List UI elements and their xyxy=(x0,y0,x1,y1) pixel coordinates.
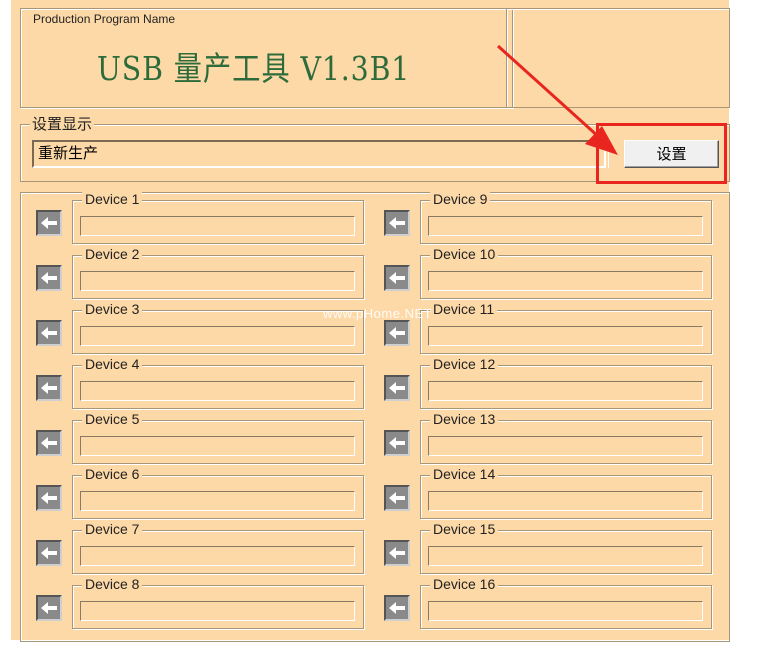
device-status-field[interactable] xyxy=(80,326,355,346)
device-status-field[interactable] xyxy=(80,546,355,566)
left-arrow-icon[interactable] xyxy=(36,595,62,621)
red-arrow-icon xyxy=(496,44,618,155)
device-status-field[interactable] xyxy=(80,381,355,401)
device-label: Device 13 xyxy=(430,411,499,427)
device-status-field[interactable] xyxy=(428,546,703,566)
device-label: Device 8 xyxy=(82,576,143,592)
watermark: www.pHome.NET xyxy=(323,306,433,321)
device-slot: Device 2 xyxy=(36,246,376,299)
device-slot: Device 12 xyxy=(384,356,724,409)
device-status-field[interactable] xyxy=(428,491,703,511)
device-label: Device 16 xyxy=(430,576,499,592)
device-slot: Device 7 xyxy=(36,521,376,574)
left-arrow-icon[interactable] xyxy=(384,265,410,291)
device-status-field[interactable] xyxy=(428,326,703,346)
settings-display-legend: 设置显示 xyxy=(30,116,95,133)
device-label: Device 4 xyxy=(82,356,143,372)
device-slot: Device 16 xyxy=(384,576,724,629)
left-arrow-icon[interactable] xyxy=(384,540,410,566)
device-label: Device 1 xyxy=(82,191,143,207)
device-label: Device 11 xyxy=(430,301,498,317)
device-label: Device 7 xyxy=(82,521,143,537)
left-arrow-icon[interactable] xyxy=(36,375,62,401)
device-status-field[interactable] xyxy=(80,436,355,456)
left-arrow-icon[interactable] xyxy=(384,210,410,236)
device-slot: Device 6 xyxy=(36,466,376,519)
device-status-field[interactable] xyxy=(428,216,703,236)
device-status-field[interactable] xyxy=(80,601,355,621)
device-label: Device 6 xyxy=(82,466,143,482)
device-status-field[interactable] xyxy=(80,491,355,511)
device-label: Device 10 xyxy=(430,246,499,262)
left-arrow-icon[interactable] xyxy=(384,430,410,456)
device-slot: Device 15 xyxy=(384,521,724,574)
left-arrow-icon[interactable] xyxy=(384,485,410,511)
device-slot: Device 13 xyxy=(384,411,724,464)
device-slot: Device 10 xyxy=(384,246,724,299)
device-label: Device 12 xyxy=(430,356,499,372)
device-slot: Device 9 xyxy=(384,191,724,244)
left-arrow-icon[interactable] xyxy=(36,430,62,456)
device-status-field[interactable] xyxy=(428,271,703,291)
left-arrow-icon[interactable] xyxy=(36,540,62,566)
program-title: USB 量产工具 V1.3B1 xyxy=(97,49,411,88)
left-arrow-icon[interactable] xyxy=(384,320,410,346)
left-arrow-icon[interactable] xyxy=(36,320,62,346)
production-program-legend: Production Program Name xyxy=(31,12,178,26)
left-arrow-icon[interactable] xyxy=(36,265,62,291)
device-slot: Device 1 xyxy=(36,191,376,244)
device-label: Device 5 xyxy=(82,411,143,427)
device-status-field[interactable] xyxy=(428,436,703,456)
device-status-field[interactable] xyxy=(80,216,355,236)
device-label: Device 15 xyxy=(430,521,499,537)
device-status-field[interactable] xyxy=(80,271,355,291)
left-arrow-icon[interactable] xyxy=(36,210,62,236)
left-arrow-icon[interactable] xyxy=(36,485,62,511)
device-slot: Device 14 xyxy=(384,466,724,519)
device-label: Device 3 xyxy=(82,301,143,317)
device-slot: Device 4 xyxy=(36,356,376,409)
device-slot: Device 8 xyxy=(36,576,376,629)
device-status-field[interactable] xyxy=(428,381,703,401)
device-label: Device 9 xyxy=(430,191,491,207)
left-arrow-icon[interactable] xyxy=(384,595,410,621)
left-arrow-icon[interactable] xyxy=(384,375,410,401)
device-label: Device 14 xyxy=(430,466,499,482)
device-label: Device 2 xyxy=(82,246,143,262)
device-status-field[interactable] xyxy=(428,601,703,621)
device-slot: Device 5 xyxy=(36,411,376,464)
device-slot: Device 11 xyxy=(384,301,724,354)
